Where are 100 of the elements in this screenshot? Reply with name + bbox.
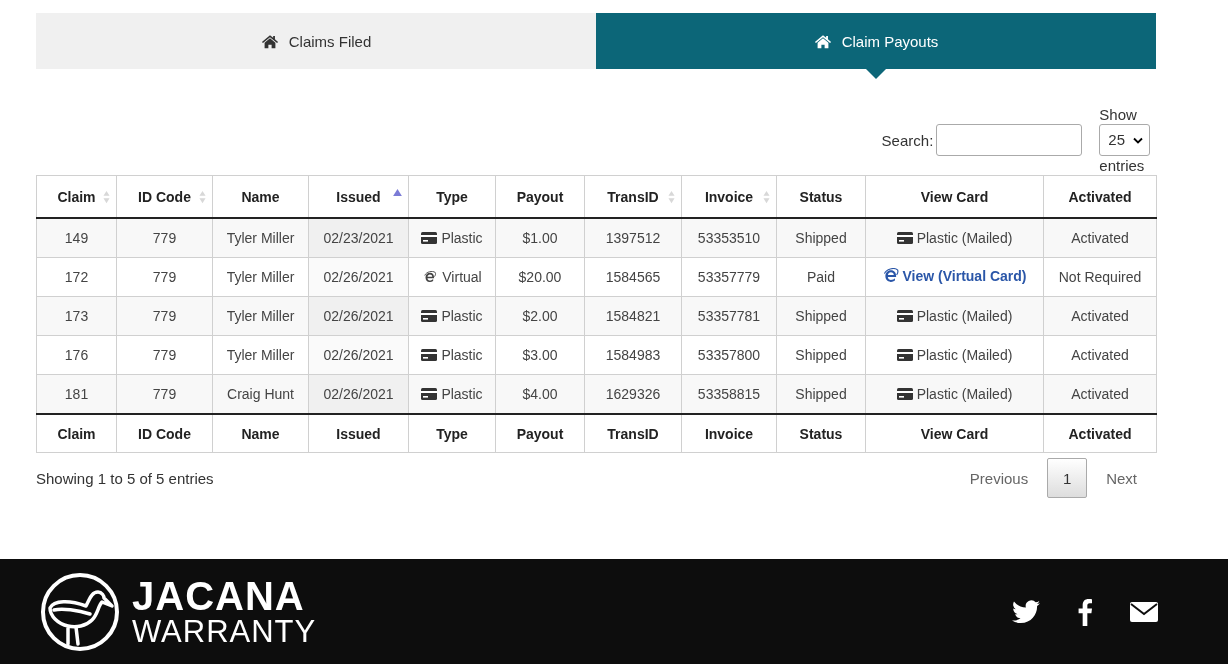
credit-card-icon <box>896 387 913 400</box>
table-cell: 1584565 <box>584 257 682 297</box>
table-cell: 173 <box>36 296 117 336</box>
table-cell: Activated <box>1043 335 1157 375</box>
logo-wordmark: JACANA <box>132 576 306 616</box>
table-cell: View (Virtual Card) <box>865 257 1044 297</box>
column-footer: Claim <box>36 414 117 453</box>
table-cell: 779 <box>116 374 213 414</box>
entries-info: Showing 1 to 5 of 5 entries <box>36 469 214 487</box>
table-cell: 172 <box>36 257 117 297</box>
column-footer: View Card <box>865 414 1044 453</box>
table-cell: Activated <box>1043 374 1157 414</box>
table-cell: $4.00 <box>495 374 585 414</box>
table-cell: Not Required <box>1043 257 1157 297</box>
twitter-icon[interactable] <box>1012 599 1040 624</box>
sort-icon <box>103 190 110 204</box>
table-cell: 53357779 <box>681 257 777 297</box>
browser-e-icon <box>422 270 439 283</box>
table-cell: Paid <box>776 257 866 297</box>
show-label: Show <box>1099 106 1137 123</box>
table-cell: 779 <box>116 218 213 258</box>
logo-subtitle: WARRANTY <box>132 616 317 647</box>
table-cell: 02/26/2021 <box>308 296 409 336</box>
table-cell: Plastic <box>408 374 496 414</box>
table-cell: $20.00 <box>495 257 585 297</box>
table-cell: 181 <box>36 374 117 414</box>
table-cell: Tyler Miller <box>212 218 309 258</box>
table-cell: Tyler Miller <box>212 257 309 297</box>
table-cell: Plastic <box>408 218 496 258</box>
table-cell: 02/26/2021 <box>308 257 409 297</box>
table-cell: 1584983 <box>584 335 682 375</box>
table-cell: Tyler Miller <box>212 296 309 336</box>
table-cell: Shipped <box>776 335 866 375</box>
table-cell: Activated <box>1043 296 1157 336</box>
table-cell: 1584821 <box>584 296 682 336</box>
browser-e-icon <box>882 268 899 284</box>
column-footer: TransID <box>584 414 682 453</box>
table-cell: Plastic <box>408 335 496 375</box>
column-footer: Name <box>212 414 309 453</box>
column-footer: Activated <box>1043 414 1157 453</box>
table-cell: 149 <box>36 218 117 258</box>
search-field[interactable] <box>936 124 1083 156</box>
table-cell: 53357800 <box>681 335 777 375</box>
table-cell: Plastic <box>408 296 496 336</box>
column-footer: Issued <box>308 414 409 453</box>
page-button[interactable]: 1 <box>1047 458 1088 498</box>
entries-label: entries <box>1099 157 1145 174</box>
table-cell: 02/23/2021 <box>308 218 409 258</box>
column-footer: Invoice <box>681 414 777 453</box>
table-cell: $2.00 <box>495 296 585 336</box>
sort-icon <box>668 190 675 204</box>
table-cell: 176 <box>36 335 117 375</box>
table-cell: Craig Hunt <box>212 374 309 414</box>
table-cell: 53358815 <box>681 374 777 414</box>
table-cell: Shipped <box>776 218 866 258</box>
column-footer: Type <box>408 414 496 453</box>
facebook-icon[interactable] <box>1078 597 1092 626</box>
table-cell: Plastic (Mailed) <box>865 374 1044 414</box>
table-cell: 02/26/2021 <box>308 335 409 375</box>
table-cell: Activated <box>1043 218 1157 258</box>
tab[interactable]: Claims Filed <box>36 13 596 69</box>
tab[interactable]: Claim Payouts <box>596 13 1156 69</box>
mail-icon[interactable] <box>1130 601 1158 622</box>
table-cell: Shipped <box>776 296 866 336</box>
search-label: Search: <box>881 131 934 149</box>
table-cell: 779 <box>116 257 213 297</box>
table-cell: Virtual <box>408 257 496 297</box>
table-cell: Plastic (Mailed) <box>865 335 1044 375</box>
table-cell: Tyler Miller <box>212 335 309 375</box>
table-cell: 02/26/2021 <box>308 374 409 414</box>
previous-link[interactable]: Previous <box>950 469 1048 487</box>
bird-logo-icon <box>40 571 120 652</box>
credit-card-icon <box>421 387 438 400</box>
table-cell: 1397512 <box>584 218 682 258</box>
entries-select[interactable]: 25 <box>1099 124 1150 156</box>
chevron-down-icon <box>1133 136 1143 144</box>
table-cell: 53357781 <box>681 296 777 336</box>
credit-card-icon <box>896 348 913 361</box>
credit-card-icon <box>421 348 438 361</box>
table-cell: 779 <box>116 296 213 336</box>
home-icon <box>260 33 279 49</box>
sort-icon <box>199 190 206 204</box>
table-cell: Plastic (Mailed) <box>865 296 1044 336</box>
column-footer: ID Code <box>116 414 213 453</box>
table-cell: $3.00 <box>495 335 585 375</box>
table-cell: $1.00 <box>495 218 585 258</box>
credit-card-icon <box>421 309 438 322</box>
sort-icon <box>763 190 770 204</box>
table-cell: 779 <box>116 335 213 375</box>
sort-ascending-icon <box>393 189 402 196</box>
next-link[interactable]: Next <box>1087 469 1156 487</box>
table-cell: 1629326 <box>584 374 682 414</box>
tab-pointer-icon <box>866 69 886 79</box>
credit-card-icon <box>896 231 913 244</box>
home-icon <box>813 33 832 49</box>
table-cell: Plastic (Mailed) <box>865 218 1044 258</box>
table-cell: Shipped <box>776 374 866 414</box>
credit-card-icon <box>421 231 438 244</box>
column-footer: Status <box>776 414 866 453</box>
table-cell: 53353510 <box>681 218 777 258</box>
